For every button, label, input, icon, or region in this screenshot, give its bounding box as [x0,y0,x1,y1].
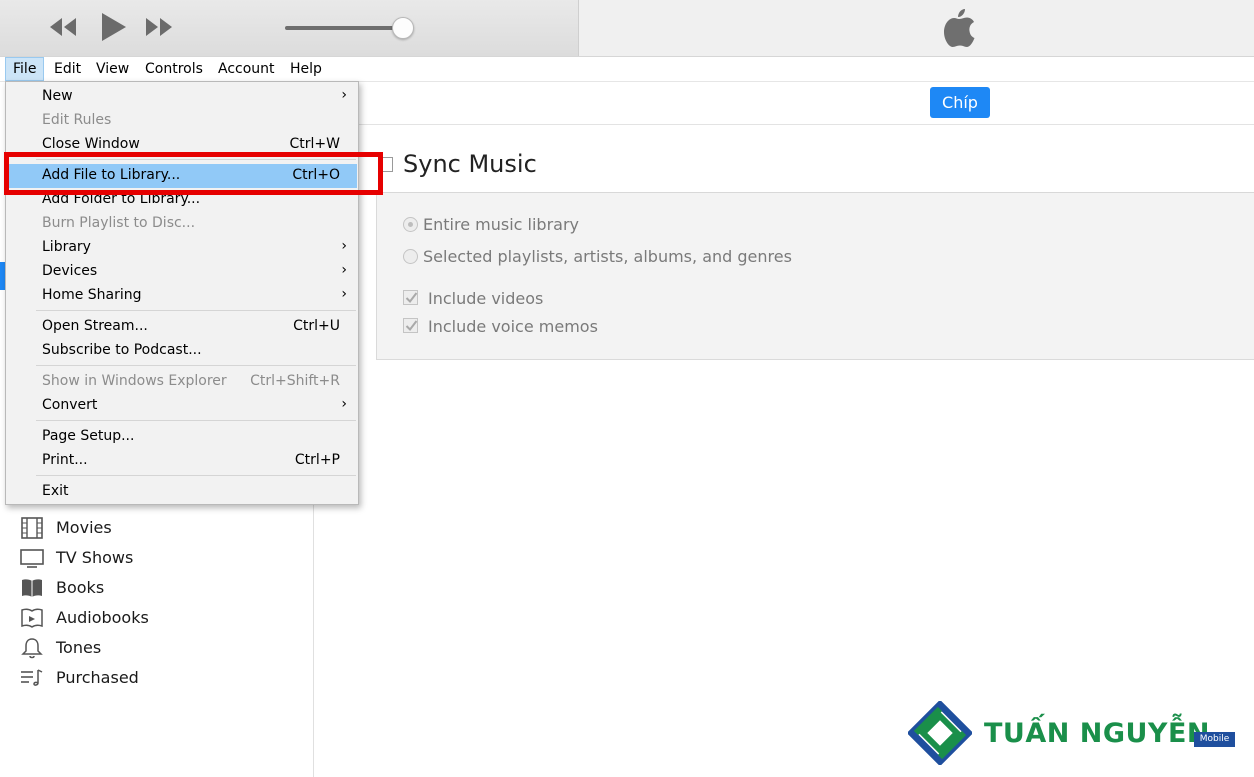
play-icon[interactable] [100,12,128,42]
fast-forward-icon[interactable] [144,16,174,38]
submenu-arrow-icon: › [341,87,347,103]
menu-separator [36,365,356,366]
device-header [314,82,1254,125]
submenu-arrow-icon: › [341,396,347,412]
include-videos-checkbox[interactable] [403,290,418,305]
sidebar-item-label: Purchased [56,668,139,687]
entire-library-label: Entire music library [423,215,579,234]
entire-library-radio[interactable] [403,217,418,232]
apple-logo-icon [942,8,976,52]
playback-controls [0,0,579,56]
menu-controls[interactable]: Controls [138,57,210,81]
sidebar-item-label: TV Shows [56,548,134,567]
menu-account[interactable]: Account [211,57,282,81]
menu-item-show-in-explorer: Show in Windows Explorer Ctrl+Shift+R [7,370,357,394]
menu-item-new[interactable]: New › [7,85,357,109]
menu-item-open-stream[interactable]: Open Stream... Ctrl+U [7,315,357,339]
menu-item-label: Print... [42,452,88,468]
bell-icon [20,637,44,659]
film-icon [20,517,44,539]
menu-item-print[interactable]: Print... Ctrl+P [7,449,357,473]
tv-icon [20,547,44,569]
book-icon [20,577,44,599]
rewind-icon[interactable] [48,16,78,38]
include-voice-memos-checkbox[interactable] [403,318,418,333]
menu-item-label: Burn Playlist to Disc... [42,215,196,231]
menu-item-home-sharing[interactable]: Home Sharing › [7,284,357,308]
submenu-arrow-icon: › [341,238,347,254]
menu-item-burn-playlist: Burn Playlist to Disc... [7,212,357,236]
menu-item-label: Close Window [42,136,140,152]
purchased-list-icon [20,667,44,689]
device-name-button[interactable]: Chíp [930,87,990,118]
sidebar-item-label: Movies [56,518,112,537]
menu-item-convert[interactable]: Convert › [7,394,357,418]
menu-separator [36,475,356,476]
shortcut-label: Ctrl+Shift+R [250,373,340,389]
menu-separator [36,420,356,421]
file-menu: New › Edit Rules Close Window Ctrl+W Add… [5,81,359,505]
menu-item-label: Page Setup... [42,428,135,444]
menu-item-library[interactable]: Library › [7,236,357,260]
sync-music-title: Sync Music [403,150,537,178]
audiobook-icon [20,607,44,629]
shortcut-label: Ctrl+P [294,452,340,468]
selected-playlists-label: Selected playlists, artists, albums, and… [423,247,792,266]
highlight-annotation-box [4,152,383,195]
menu-item-label: Convert [42,397,98,413]
menu-item-exit[interactable]: Exit [7,480,357,504]
menu-view[interactable]: View [89,57,136,81]
submenu-arrow-icon: › [341,286,347,302]
sync-options-panel: Entire music library Selected playlists,… [376,193,1254,360]
sidebar-item-label: Audiobooks [56,608,149,627]
selected-playlists-radio[interactable] [403,249,418,264]
player-bar [0,0,1254,57]
menu-help[interactable]: Help [283,57,329,81]
menu-file[interactable]: File [5,57,45,81]
brand-logo-icon [906,699,974,769]
include-voice-memos-label: Include voice memos [428,317,598,336]
brand-watermark-text: TUẤN NGUYỄN [984,718,1211,749]
menu-item-page-setup[interactable]: Page Setup... [7,425,357,449]
include-videos-label: Include videos [428,289,544,308]
shortcut-label: Ctrl+U [293,318,340,334]
menu-item-devices[interactable]: Devices › [7,260,357,284]
sidebar-item-label: Books [56,578,105,597]
sidebar-item-label: Tones [56,638,102,657]
menu-edit[interactable]: Edit [47,57,88,81]
submenu-arrow-icon: › [341,262,347,278]
menu-item-label: Library [42,239,91,255]
brand-watermark-badge: Mobile [1194,732,1235,747]
shortcut-label: Ctrl+W [289,136,340,152]
menu-item-edit-rules: Edit Rules [7,109,357,133]
menu-item-label: Exit [42,483,69,499]
volume-knob[interactable] [392,17,414,39]
menu-item-label: Home Sharing [42,287,142,303]
menu-item-label: Edit Rules [42,112,112,128]
menu-item-subscribe-podcast[interactable]: Subscribe to Podcast... [7,339,357,363]
menu-item-label: Show in Windows Explorer [42,373,227,389]
menu-item-label: Subscribe to Podcast... [42,342,202,358]
menu-item-label: Devices [42,263,98,279]
volume-slider[interactable] [285,26,403,30]
menu-bar: File Edit View Controls Account Help [0,57,1254,82]
menu-separator [36,310,356,311]
menu-item-label: Open Stream... [42,318,148,334]
menu-item-label: New [42,88,73,104]
